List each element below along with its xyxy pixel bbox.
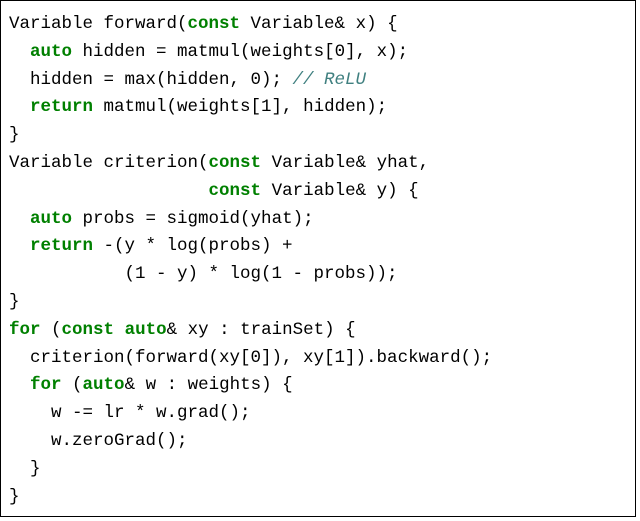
code-token: return [30,236,93,256]
code-block: Variable forward(const Variable& x) { au… [9,11,627,511]
code-token: auto [125,320,167,340]
code-token: auto [30,209,72,229]
code-token: for [9,320,41,340]
code-token: auto [83,375,125,395]
code-token: const [209,153,262,173]
code-token: const [188,14,241,34]
code-token: const [62,320,115,340]
code-token: return [30,97,93,117]
code-token: // ReLU [293,70,367,90]
code-token: for [30,375,62,395]
code-token: auto [30,42,72,62]
code-snippet-container: Variable forward(const Variable& x) { au… [0,0,636,517]
code-token: const [209,181,262,201]
